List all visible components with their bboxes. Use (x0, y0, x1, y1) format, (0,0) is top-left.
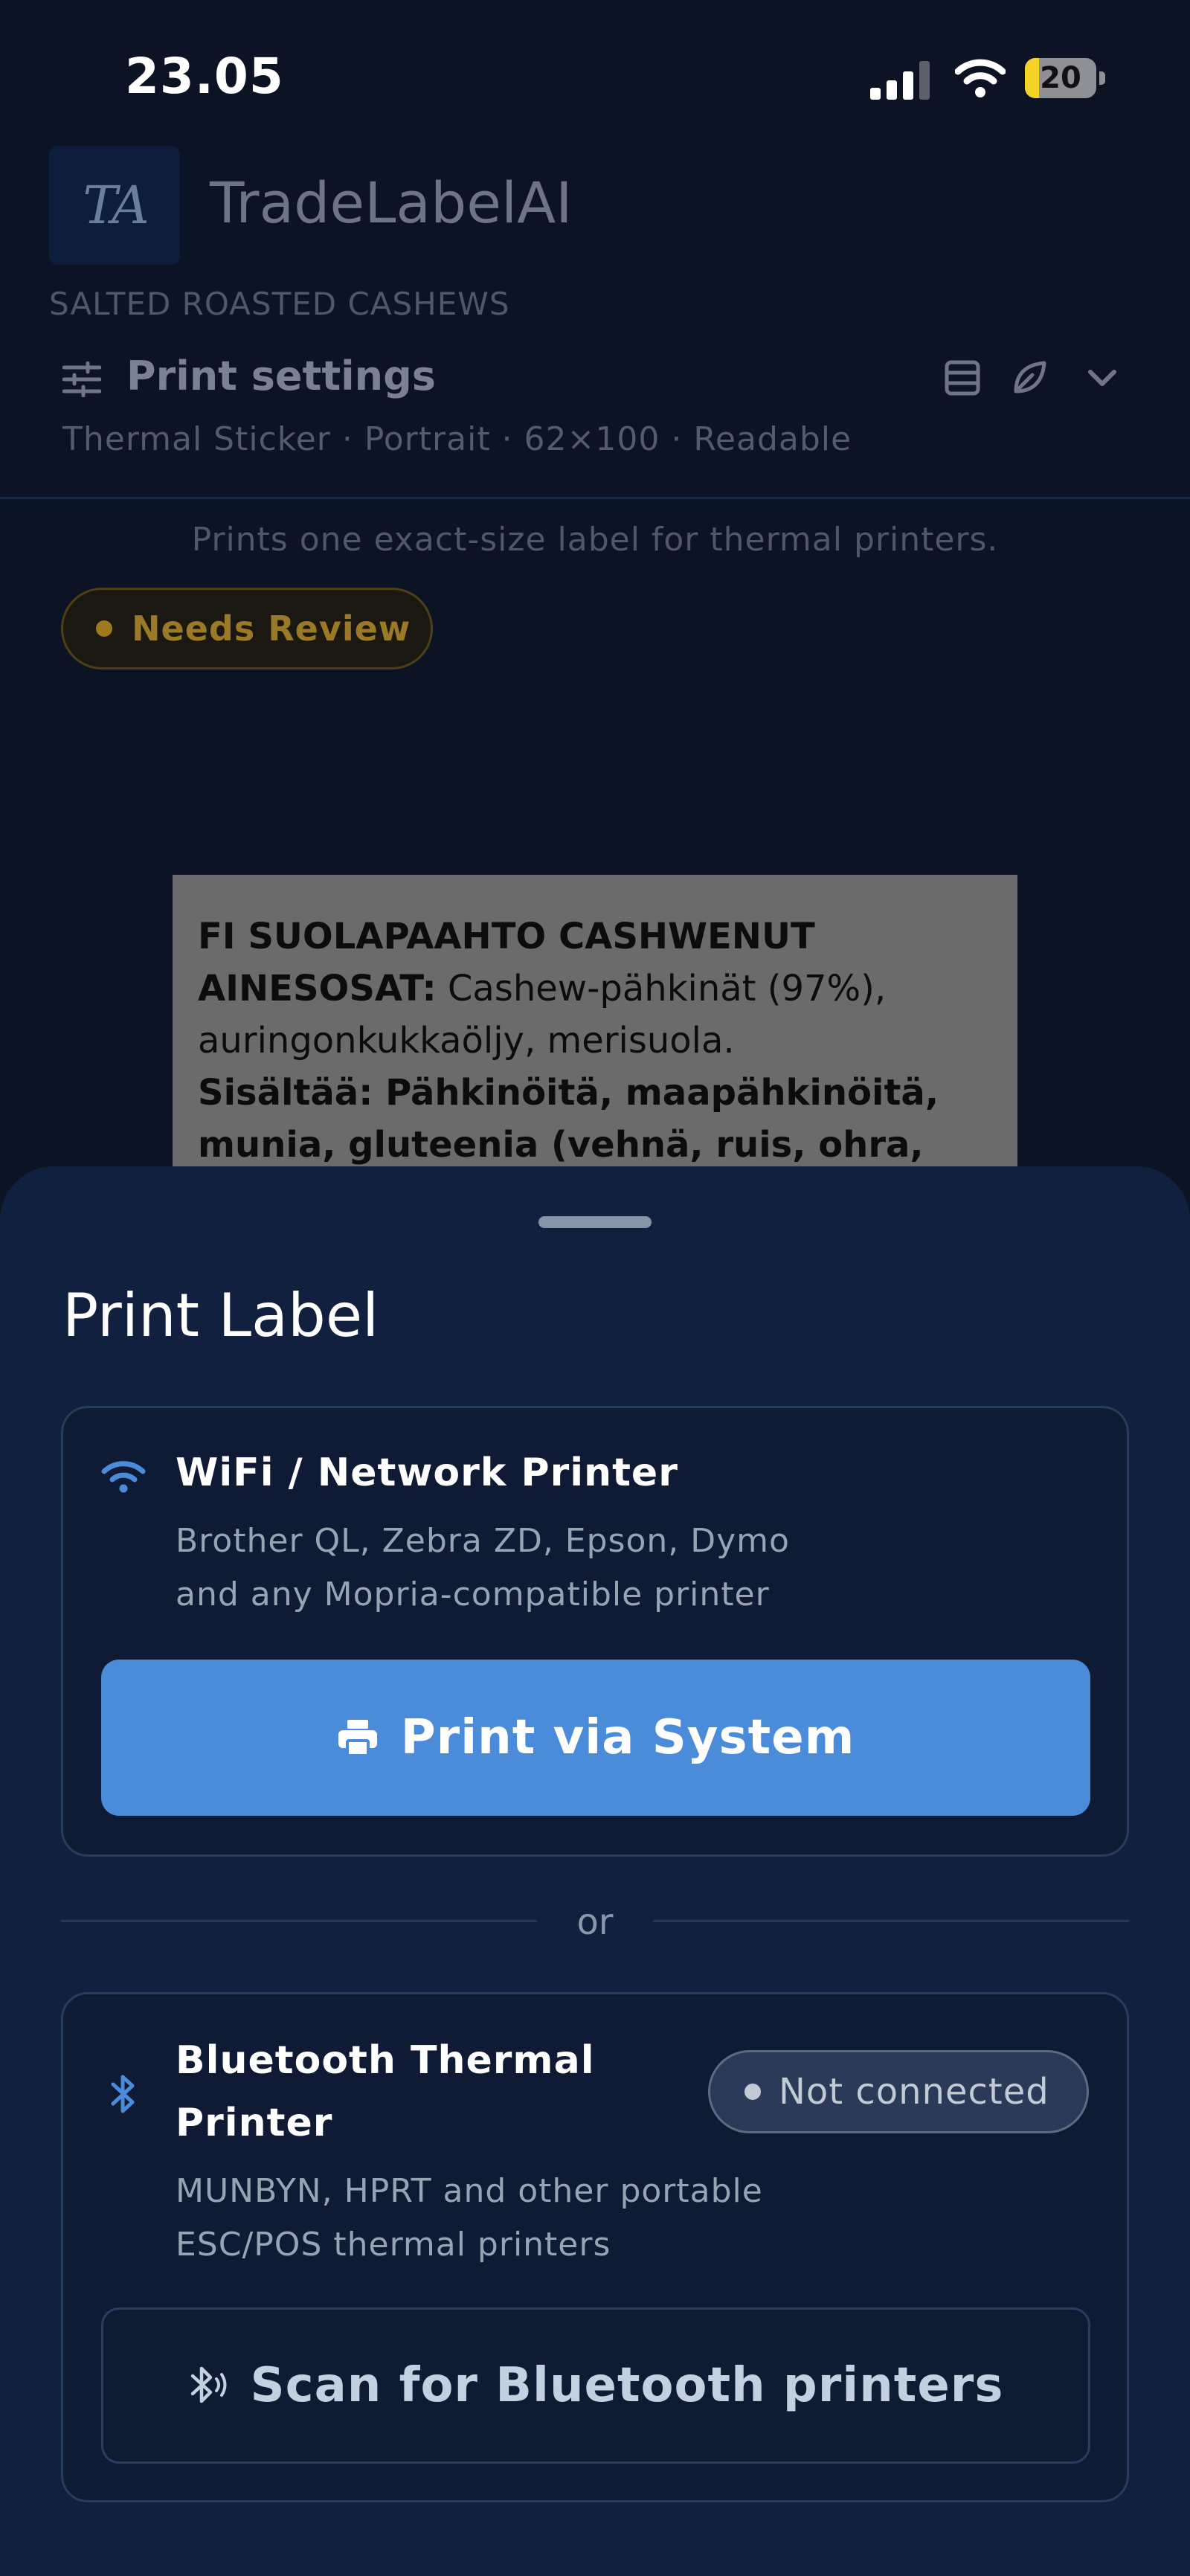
bluetooth-printer-title-line-2: Printer (176, 2101, 333, 2145)
wifi-icon (101, 1461, 146, 1493)
status-dot-icon (96, 620, 112, 637)
needs-review-badge: Needs Review (61, 588, 433, 669)
print-settings-summary: Thermal Sticker · Portrait · 62×100 · Re… (62, 420, 852, 458)
wifi-printer-desc-line-1: Brother QL, Zebra ZD, Epson, Dymo (176, 1522, 790, 1560)
bluetooth-scan-icon (190, 2366, 227, 2403)
wifi-icon (955, 59, 1006, 97)
label-line-2: Cashew-pähkinät (97%), (436, 968, 887, 1009)
header-divider (0, 497, 1190, 499)
print-settings-title[interactable]: Print settings (126, 353, 436, 399)
chevron-down-icon[interactable] (1083, 359, 1122, 397)
scan-bluetooth-button[interactable]: Scan for Bluetooth printers (101, 2307, 1090, 2464)
status-time: 23.05 (125, 48, 284, 105)
label-line-1: FI SUOLAPAAHTO CASHWENUT (198, 916, 815, 957)
bluetooth-icon (111, 2075, 135, 2113)
connection-status-label: Not connected (779, 2071, 1049, 2113)
print-via-system-label: Print via System (400, 1710, 855, 1765)
wifi-printer-desc-line-2: and any Mopria-compatible printer (176, 1576, 770, 1613)
leaf-icon[interactable] (1010, 359, 1049, 397)
or-label: or (576, 1901, 614, 1943)
logo-text: TA (83, 175, 149, 236)
label-line-2-bold: AINESOSAT: (198, 968, 437, 1009)
or-divider-left (61, 1920, 537, 1922)
sliders-icon (62, 362, 101, 397)
label-line-4: Sisältää: Pähkinöitä, maapähkinöitä, (198, 1072, 939, 1114)
sheet-drag-handle[interactable] (538, 1216, 652, 1228)
product-name: SALTED ROASTED CASHEWS (49, 286, 510, 322)
printer-icon (338, 1720, 377, 1757)
app-logo: TA (49, 146, 180, 265)
or-divider-right (653, 1920, 1129, 1922)
needs-review-label: Needs Review (132, 608, 411, 649)
print-via-system-button[interactable]: Print via System (101, 1660, 1090, 1816)
label-line-5: munia, gluteenia (vehnä, ruis, ohra, (198, 1124, 924, 1166)
wifi-printer-title: WiFi / Network Printer (176, 1451, 678, 1495)
app-title: TradeLabelAI (210, 170, 573, 236)
label-preview: FI SUOLAPAAHTO CASHWENUT AINESOSAT: Cash… (173, 875, 1017, 1172)
bluetooth-printer-desc-line-2: ESC/POS thermal printers (176, 2226, 611, 2264)
connection-status-badge: Not connected (708, 2050, 1089, 2133)
battery-percentage: 20 (1040, 61, 1081, 95)
bluetooth-printer-title-line-1: Bluetooth Thermal (176, 2038, 595, 2083)
battery-charging-icon: 20 (1025, 58, 1107, 100)
table-icon[interactable] (943, 359, 982, 397)
label-line-3: auringonkukkaöljy, merisuola. (198, 1020, 735, 1061)
sheet-title: Print Label (62, 1281, 379, 1350)
signal-icon (870, 61, 930, 100)
bluetooth-printer-desc-line-1: MUNBYN, HPRT and other portable (176, 2172, 763, 2210)
scan-bluetooth-label: Scan for Bluetooth printers (250, 2358, 1004, 2413)
prints-note: Prints one exact-size label for thermal … (191, 521, 999, 559)
status-dot-icon (744, 2084, 761, 2100)
